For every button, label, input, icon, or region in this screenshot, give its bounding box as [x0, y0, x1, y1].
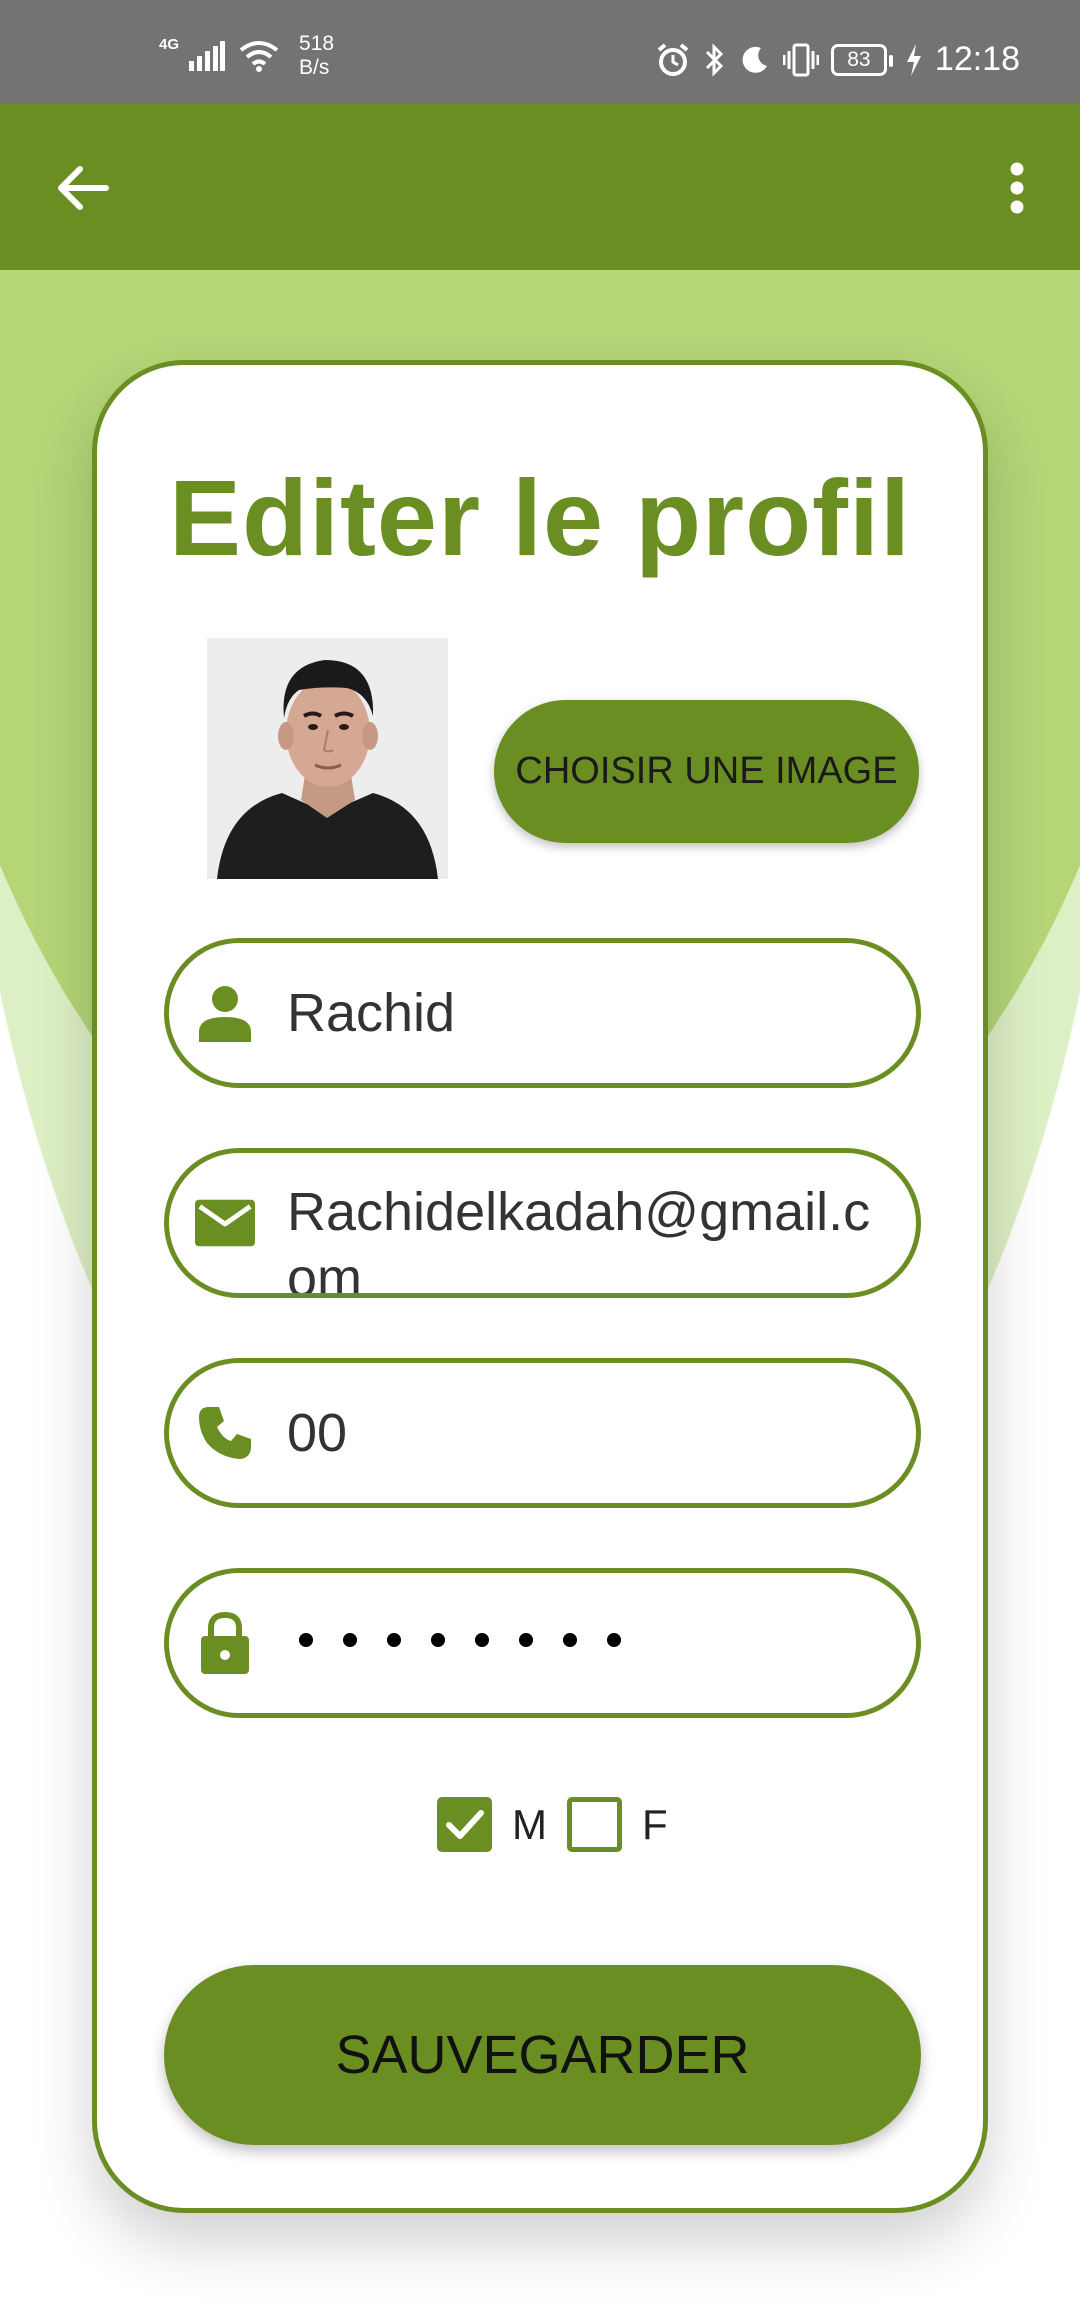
email-field[interactable]: Rachidelkadah@gmail.com: [164, 1148, 921, 1298]
clock: 12:18: [934, 40, 1020, 78]
bluetooth-icon: [705, 42, 724, 77]
female-label: F: [642, 1800, 668, 1848]
network-speed-unit: B/s: [299, 56, 330, 79]
status-left: 4G 518 B/s: [155, 32, 334, 80]
battery-indicator: 83: [830, 43, 893, 76]
back-button[interactable]: [38, 143, 128, 233]
network-type: 4G: [159, 35, 180, 53]
more-options-button[interactable]: [972, 143, 1062, 233]
alarm-icon: [657, 42, 689, 76]
email-input-value: Rachidelkadah@gmail.com: [287, 1182, 871, 1298]
phone-field[interactable]: 00: [164, 1358, 921, 1508]
status-right: 83 12:18: [655, 40, 1020, 79]
edit-profile-card: Editer le profil CHOISIR UNE IMAGE Rachi…: [92, 360, 988, 2213]
male-checkbox[interactable]: [437, 1797, 492, 1852]
profile-photo: [207, 638, 448, 879]
signal-icon: [189, 41, 226, 71]
person-icon: [195, 983, 255, 1043]
arrow-left-icon: [58, 166, 109, 210]
choose-image-button[interactable]: CHOISIR UNE IMAGE: [494, 700, 919, 843]
more-vert-icon: [1010, 162, 1024, 214]
status-bar: 4G 518 B/s 83 12:18: [0, 0, 1080, 103]
phone-input-value: 00: [287, 1403, 348, 1463]
male-label: M: [512, 1800, 547, 1848]
page-title: Editer le profil: [168, 457, 912, 578]
moon-icon: [742, 46, 767, 73]
charging-icon: [906, 43, 921, 76]
save-button[interactable]: SAUVEGARDER: [164, 1965, 921, 2145]
network-speed: 518 B/s: [299, 32, 334, 80]
network-speed-value: 518: [299, 32, 335, 55]
name-field[interactable]: Rachid: [164, 938, 921, 1088]
female-checkbox[interactable]: [567, 1797, 622, 1852]
password-field[interactable]: [164, 1568, 921, 1718]
phone-icon: [195, 1403, 255, 1463]
avatar: [207, 638, 448, 879]
name-input-value: Rachid: [287, 983, 456, 1043]
lock-icon: [195, 1612, 255, 1674]
password-masked-value: [299, 1633, 621, 1647]
app-bar: [0, 103, 1080, 270]
mail-icon: [195, 1193, 255, 1253]
gender-selector: M F: [437, 1797, 688, 1852]
wifi-icon: [239, 41, 279, 72]
check-icon: [445, 1809, 484, 1839]
vibrate-icon: [782, 43, 819, 76]
